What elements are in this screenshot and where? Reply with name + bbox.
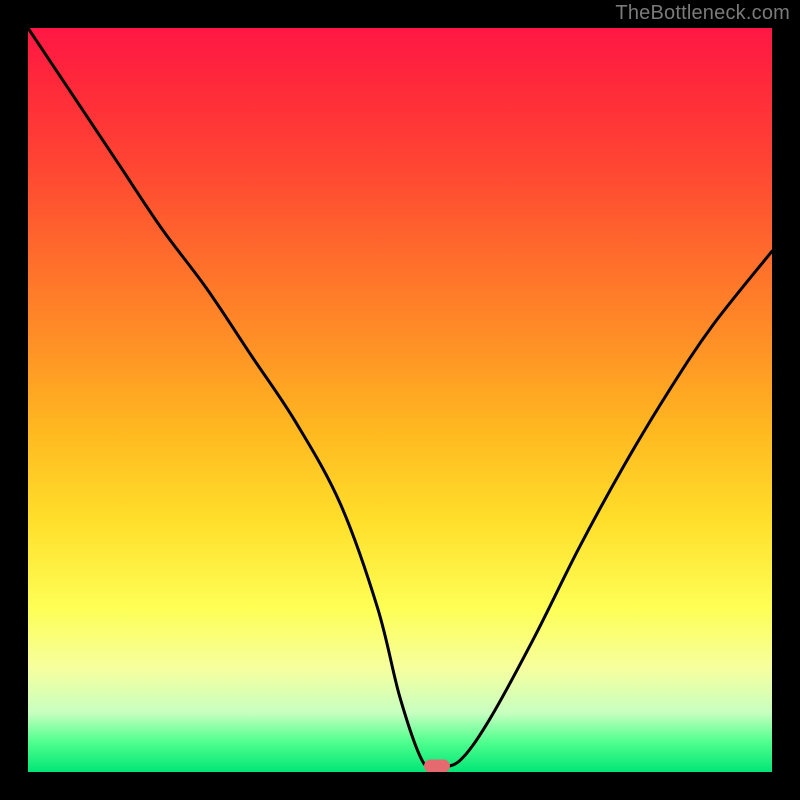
bottleneck-curve-path <box>28 28 772 768</box>
watermark-text: TheBottleneck.com <box>615 2 790 25</box>
plot-area <box>28 28 772 772</box>
optimal-marker <box>424 760 450 772</box>
chart-frame: TheBottleneck.com <box>0 0 800 800</box>
bottleneck-curve-svg <box>28 28 772 772</box>
